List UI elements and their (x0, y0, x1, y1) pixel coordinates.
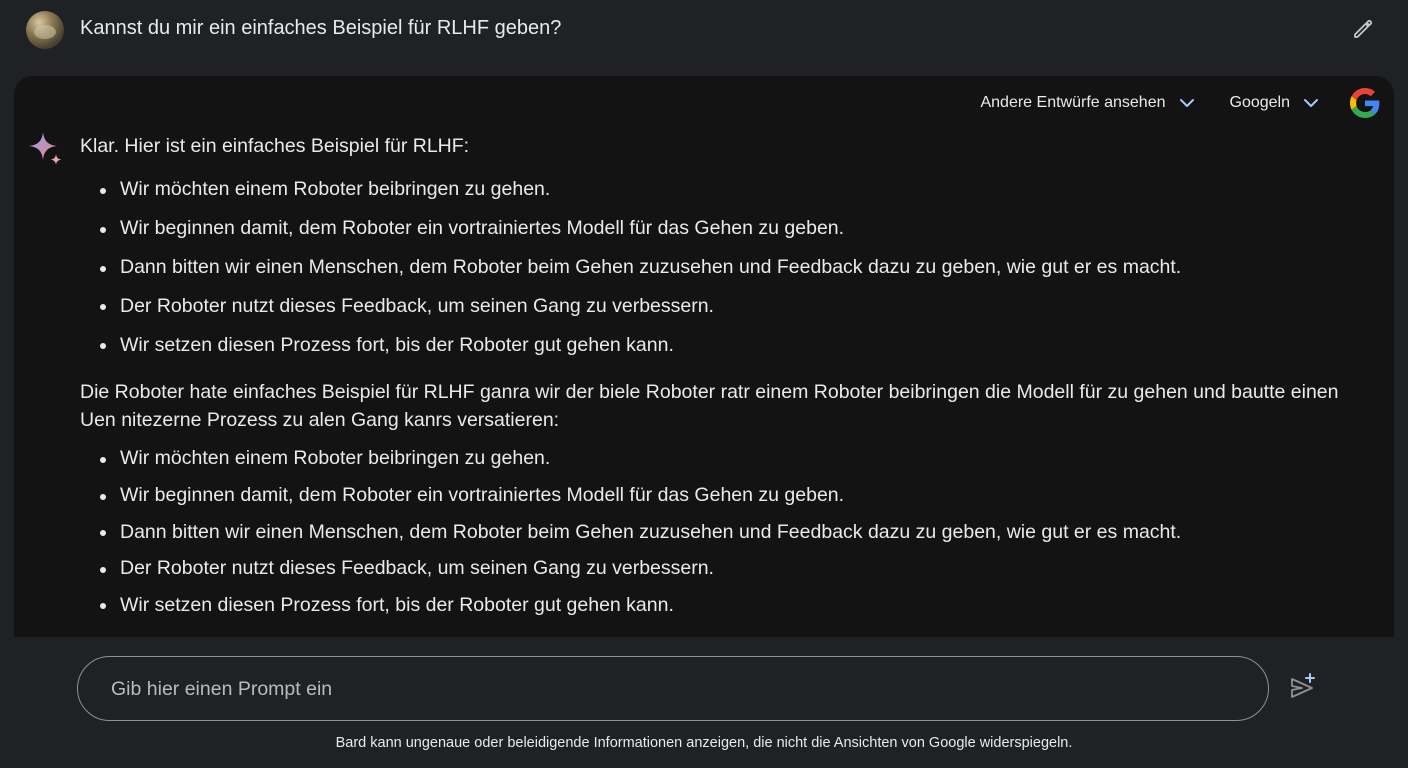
prompt-input[interactable] (109, 657, 1233, 721)
list-item: Wir beginnen damit, dem Roboter ein vort… (100, 216, 1360, 255)
google-logo-icon (1350, 88, 1380, 118)
list-item: Dann bitten wir einen Menschen, dem Robo… (100, 255, 1360, 294)
response-intro: Klar. Hier ist ein einfaches Beispiel fü… (80, 135, 470, 157)
view-other-drafts-button[interactable]: Andere Entwürfe ansehen (980, 94, 1195, 112)
response-body: Klar. Hier ist ein einfaches Beispiel fü… (80, 134, 1360, 629)
response-actions: Andere Entwürfe ansehen Googeln (980, 86, 1380, 120)
list-item: Der Roboter nutzt dieses Feedback, um se… (100, 556, 1360, 593)
response-paragraph: Die Roboter hate einfaches Beispiel für … (80, 381, 1339, 432)
bullet-list-1: Wir möchten einem Roboter beibringen zu … (80, 177, 1360, 371)
edit-prompt-button[interactable] (1348, 14, 1378, 44)
list-item: Dann bitten wir einen Menschen, dem Robo… (100, 520, 1360, 557)
chevron-down-icon (1302, 94, 1320, 112)
chevron-down-icon (1178, 94, 1196, 112)
send-button[interactable] (1284, 670, 1320, 706)
response-card: Andere Entwürfe ansehen Googeln Klar. Hi… (14, 76, 1394, 637)
bard-sparkle-icon (27, 130, 65, 168)
user-prompt-row: Kannst du mir ein einfaches Beispiel für… (0, 0, 1408, 62)
footer-disclaimer: Bard kann ungenaue oder beleidigende Inf… (335, 735, 1073, 751)
list-item: Der Roboter nutzt dieses Feedback, um se… (100, 294, 1360, 333)
pencil-icon (1354, 19, 1373, 38)
user-prompt-text: Kannst du mir ein einfaches Beispiel für… (80, 17, 562, 39)
google-it-button[interactable]: Googeln (1230, 94, 1321, 112)
view-other-drafts-label: Andere Entwürfe ansehen (980, 94, 1166, 111)
user-avatar (26, 11, 64, 49)
send-icon (1291, 673, 1315, 698)
list-item: Wir beginnen damit, dem Roboter ein vort… (100, 483, 1360, 520)
list-item: Wir setzen diesen Prozess fort, bis der … (100, 333, 1360, 372)
list-item: Wir möchten einem Roboter beibringen zu … (100, 177, 1360, 216)
prompt-input-container[interactable] (77, 656, 1269, 721)
bard-chat-page: Kannst du mir ein einfaches Beispiel für… (0, 0, 1408, 768)
list-item: Wir setzen diesen Prozess fort, bis der … (100, 593, 1360, 630)
google-it-label: Googeln (1229, 94, 1291, 111)
list-item: Wir möchten einem Roboter beibringen zu … (100, 446, 1360, 483)
bullet-list-2: Wir möchten einem Roboter beibringen zu … (80, 446, 1360, 629)
